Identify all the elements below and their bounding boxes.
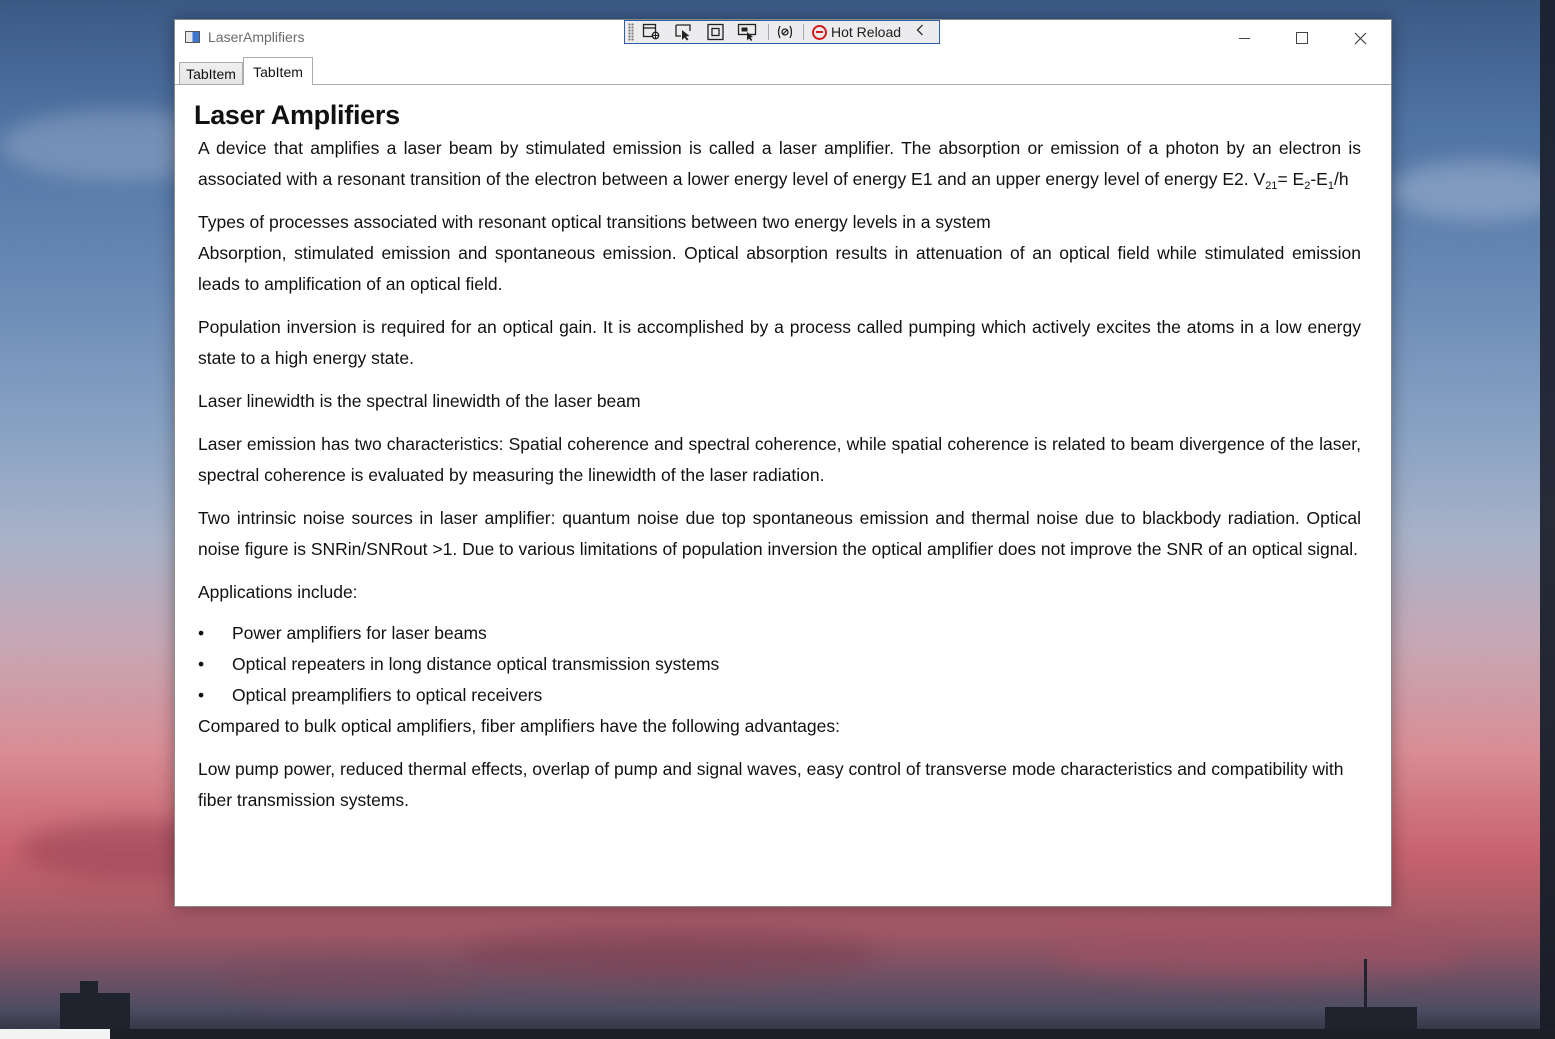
hot-reload-disabled-icon — [812, 24, 827, 40]
page-title: Laser Amplifiers — [194, 100, 400, 130]
window-title: LaserAmplifiers — [208, 29, 305, 45]
energy-e2-symbol: E — [1292, 169, 1305, 189]
select-element-button[interactable] — [672, 22, 696, 42]
wallpaper-building — [80, 981, 98, 1029]
binding-failures-button[interactable] — [775, 22, 795, 42]
paragraph-applications-intro: Applications include: — [198, 582, 358, 602]
hot-reload-button[interactable]: Hot Reload — [812, 24, 901, 40]
bullet-icon: • — [198, 623, 205, 643]
taskbar-search-box[interactable] — [0, 1029, 110, 1039]
paragraph-coherence: Laser emission has two characteristics: … — [198, 434, 1361, 485]
display-layout-adorners-button[interactable] — [704, 22, 728, 42]
paragraph-definition-text: A device that amplifies a laser beam by … — [198, 138, 1361, 189]
wallpaper-antenna — [1364, 959, 1367, 1009]
go-to-live-visual-tree-button[interactable] — [640, 22, 664, 42]
tab-item-1[interactable]: TabItem — [179, 62, 243, 84]
maximize-icon — [1296, 32, 1308, 44]
applications-list: • Power amplifiers for laser beams • Optic… — [198, 618, 1361, 711]
toolbar-separator — [803, 24, 804, 40]
equals-sign: = — [1277, 169, 1288, 189]
document-body: Laser Amplifiers A device that amplifies… — [194, 97, 1361, 828]
select-pointer-icon — [675, 24, 691, 41]
select-element-icon — [642, 23, 660, 40]
taskbar[interactable] — [0, 1029, 1555, 1039]
layout-adorner-icon — [707, 23, 724, 41]
paragraph-fiber-advantages-intro: Compared to bulk optical amplifiers, fib… — [198, 716, 840, 736]
wallpaper-cloud — [460, 930, 880, 980]
app-window: LaserAmplifiers Hot Reload TabItem TabIt… — [174, 19, 1392, 907]
paragraph-noise: Two intrinsic noise sources in laser amp… — [198, 508, 1361, 559]
paragraph-types: Types of processes associated with reson… — [198, 212, 991, 232]
minimize-icon — [1238, 37, 1250, 39]
bullet-icon: • — [198, 654, 205, 674]
tab-strip: TabItem TabItem — [175, 56, 1391, 85]
toolbar-grip-icon[interactable] — [628, 23, 634, 41]
paragraph-absorption: Absorption, stimulated emission and spon… — [198, 243, 1361, 294]
list-item: • Optical preamplifiers to optical receiv… — [198, 680, 1361, 711]
track-focused-element-button[interactable] — [736, 22, 760, 42]
close-button[interactable] — [1331, 20, 1389, 56]
list-item-text: Optical preamplifiers to optical receive… — [232, 685, 543, 705]
bullet-icon: • — [198, 685, 205, 705]
desktop-edge — [1540, 0, 1555, 1039]
list-item: • Optical repeaters in long distance opti… — [198, 649, 1361, 680]
list-item-text: Power amplifiers for laser beams — [232, 623, 487, 643]
xaml-debug-toolbar: Hot Reload — [624, 20, 940, 44]
paragraph-fiber-advantages: Low pump power, reduced thermal effects,… — [198, 759, 1344, 810]
app-window-icon[interactable] — [185, 31, 200, 43]
tab-content: Laser Amplifiers A device that amplifies… — [175, 84, 1391, 906]
wallpaper-building — [1325, 1007, 1417, 1029]
title-bar[interactable]: LaserAmplifiers Hot Reload — [175, 20, 1391, 56]
binding-failures-icon — [777, 25, 793, 39]
toolbar-separator — [768, 24, 769, 40]
track-focus-icon — [737, 23, 757, 41]
close-icon — [1354, 32, 1366, 44]
maximize-button[interactable] — [1273, 20, 1331, 56]
wallpaper-cloud — [1050, 930, 1470, 980]
hot-reload-label: Hot Reload — [831, 24, 902, 40]
tab-item-2[interactable]: TabItem — [243, 57, 313, 85]
paragraph-population-inversion: Population inversion is required for an … — [198, 317, 1361, 368]
wallpaper-cloud — [220, 960, 480, 1000]
list-item: • Power amplifiers for laser beams — [198, 618, 1361, 649]
collapse-toolbar-chevron-icon[interactable] — [915, 23, 925, 41]
list-item-text: Optical repeaters in long distance optic… — [232, 654, 720, 674]
minimize-button[interactable] — [1215, 20, 1273, 56]
paragraph-linewidth: Laser linewidth is the spectral linewidt… — [198, 391, 641, 411]
energy-e1-symbol: -E — [1310, 169, 1328, 189]
wallpaper-cloud — [1390, 160, 1555, 220]
subscript-21: 21 — [1265, 180, 1278, 192]
paragraph-definition: A device that amplifies a laser beam by … — [198, 133, 1361, 195]
planck-divisor: /h — [1333, 169, 1349, 189]
